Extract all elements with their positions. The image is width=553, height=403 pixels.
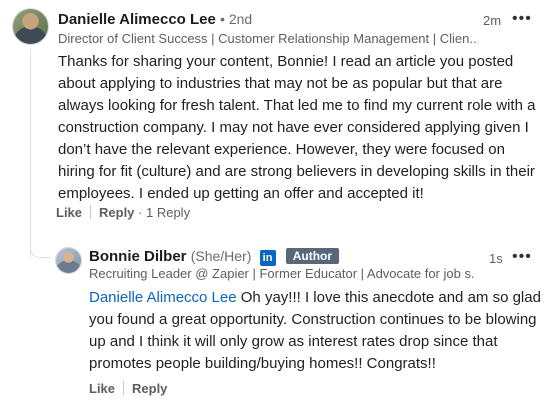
like-button[interactable]: Like	[56, 205, 82, 220]
reply-more-options-icon[interactable]: •••	[512, 249, 532, 265]
reply-like-button[interactable]: Like	[89, 381, 115, 396]
reply-button[interactable]: Reply	[99, 205, 134, 220]
reply-count[interactable]: · 1 Reply	[138, 205, 190, 220]
linkedin-icon: in	[259, 250, 276, 266]
comment-actions: Like Reply · 1 Reply	[56, 205, 190, 220]
more-options-icon[interactable]: •••	[512, 11, 532, 27]
reply-reply-button[interactable]: Reply	[132, 381, 167, 396]
comment-time: 2m	[483, 13, 502, 28]
reply-body: Danielle Alimecco Lee Oh yay!!! I love t…	[89, 287, 544, 375]
thread-connector	[30, 228, 51, 258]
mention-link[interactable]: Danielle Alimecco Lee	[89, 289, 237, 306]
action-divider	[90, 205, 92, 219]
reply-actions: Like Reply	[89, 381, 167, 396]
reply-time: 1s	[489, 251, 503, 266]
commenter-name[interactable]: Danielle Alimecco Lee	[58, 11, 216, 28]
comment-body: Thanks for sharing your content, Bonnie!…	[58, 53, 536, 202]
reply-avatar[interactable]	[56, 248, 81, 273]
reply-headline: Recruiting Leader @ Zapier | Former Educ…	[89, 266, 474, 281]
author-badge: Author	[285, 248, 340, 264]
thread-line	[30, 49, 31, 257]
reply-author-name[interactable]: Bonnie Dilber	[89, 248, 187, 265]
connection-degree: • 2nd	[220, 11, 253, 27]
pronouns: (She/Her)	[190, 248, 252, 264]
commenter-avatar[interactable]	[13, 9, 48, 44]
reply-name-row: Bonnie Dilber (She/Her) in Author	[89, 248, 340, 266]
commenter-name-row: Danielle Alimecco Lee • 2nd	[58, 11, 252, 28]
reply-action-divider	[123, 381, 125, 395]
commenter-headline: Director of Client Success | Customer Re…	[58, 31, 478, 46]
